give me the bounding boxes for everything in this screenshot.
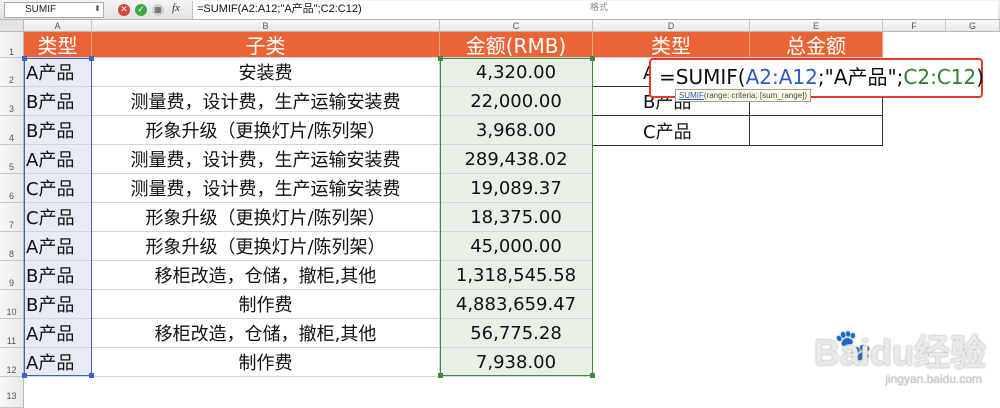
formula-sum-range-ref: C2:C12	[903, 65, 977, 89]
watermark-brand: Baidu经验	[813, 332, 986, 373]
row-header-2[interactable]: 2	[0, 58, 24, 87]
cell-amount[interactable]: 4,320.00	[440, 58, 593, 87]
cell-amount[interactable]: 56,775.28	[440, 319, 593, 348]
range-handle[interactable]	[438, 56, 443, 61]
formula-prefix: =SUMIF(	[659, 65, 746, 89]
cell-subtype[interactable]: 形象升级（更换灯片/陈列架）	[92, 232, 440, 261]
formula-range-ref: A2:A12	[745, 65, 818, 89]
cell-subtype[interactable]: 测量费，设计费，生产运输安装费	[92, 174, 440, 203]
cell-amount[interactable]: 19,089.37	[440, 174, 593, 203]
range-handle[interactable]	[590, 373, 595, 378]
cell-amount[interactable]: 7,938.00	[440, 348, 593, 377]
cell-amount[interactable]: 45,000.00	[440, 232, 593, 261]
top-right-text: 格式	[590, 3, 609, 13]
row-header-10[interactable]: 10	[0, 290, 24, 319]
summary-type-cell[interactable]: C产品	[593, 116, 750, 146]
header-cell-subtype[interactable]: 子类	[92, 32, 440, 58]
cell-type[interactable]: A产品	[24, 58, 92, 87]
select-all-corner[interactable]	[0, 20, 24, 32]
tooltip-args: (range; criteria; [sum_range])	[703, 91, 808, 100]
cell-subtype[interactable]: 移柜改造，仓储，撤柜,其他	[92, 319, 440, 348]
cell-type[interactable]: B产品	[24, 261, 92, 290]
column-header-a[interactable]: A	[24, 20, 92, 32]
cell-subtype[interactable]: 形象升级（更换灯片/陈列架）	[92, 203, 440, 232]
row-header-9[interactable]: 9	[0, 261, 24, 290]
cell-amount[interactable]: 22,000.00	[440, 87, 593, 116]
header-cell-summary-type[interactable]: 类型	[593, 32, 750, 58]
row-header-6[interactable]: 6	[0, 174, 24, 203]
row-header-13[interactable]: 13	[0, 377, 24, 408]
cell-type[interactable]: B产品	[24, 290, 92, 319]
formula-suffix: )	[976, 65, 985, 89]
column-header-b[interactable]: B	[92, 20, 440, 32]
row-header-4[interactable]: 4	[0, 116, 24, 145]
range-handle[interactable]	[89, 373, 94, 378]
summary-total-cell[interactable]	[750, 116, 883, 146]
column-header-d[interactable]: D	[593, 20, 750, 32]
cell-type[interactable]: A产品	[24, 319, 92, 348]
header-cell-type[interactable]: 类型	[24, 32, 92, 58]
cell-type[interactable]: C产品	[24, 174, 92, 203]
cell-subtype[interactable]: 形象升级（更换灯片/陈列架）	[92, 116, 440, 145]
range-handle[interactable]	[89, 56, 94, 61]
range-handle[interactable]	[22, 373, 27, 378]
cell-type[interactable]: A产品	[24, 232, 92, 261]
cell-type[interactable]: A产品	[24, 145, 92, 174]
watermark-url: jingyan.baidu.com	[885, 372, 982, 386]
name-box[interactable]: SUMIF	[4, 2, 104, 18]
cell-amount[interactable]: 3,968.00	[440, 116, 593, 145]
cell-type[interactable]: A产品	[24, 348, 92, 377]
formula-bar: SUMIF ⬍ ✕ ✓ ▦ fx =SUMIF(A2:A12;"A产品";C2:…	[0, 0, 1000, 20]
column-header-g[interactable]: G	[946, 20, 1000, 32]
row-header-1[interactable]: 1	[0, 32, 24, 58]
cell-subtype[interactable]: 制作费	[92, 290, 440, 319]
cell-amount[interactable]: 18,375.00	[440, 203, 593, 232]
range-handle[interactable]	[438, 373, 443, 378]
cancel-icon[interactable]: ✕	[118, 4, 130, 16]
row-header-3[interactable]: 3	[0, 87, 24, 116]
header-cell-total[interactable]: 总金额	[750, 32, 883, 58]
cell-subtype[interactable]: 安装费	[92, 58, 440, 87]
range-handle[interactable]	[590, 56, 595, 61]
row-header-12[interactable]: 12	[0, 348, 24, 377]
cell-amount[interactable]: 289,438.02	[440, 145, 593, 174]
column-header-c[interactable]: C	[440, 20, 593, 32]
cell-subtype[interactable]: 制作费	[92, 348, 440, 377]
header-cell-amount[interactable]: 金额(RMB)	[440, 32, 593, 58]
cell-amount[interactable]: 4,883,659.47	[440, 290, 593, 319]
formula-criteria: ;"A产品";	[817, 65, 904, 89]
row-header-7[interactable]: 7	[0, 203, 24, 232]
row-header-11[interactable]: 11	[0, 319, 24, 348]
confirm-icon[interactable]: ✓	[135, 4, 147, 16]
range-handle[interactable]	[22, 56, 27, 61]
cell-amount[interactable]: 1,318,545.58	[440, 261, 593, 290]
cell-subtype[interactable]: 移柜改造，仓储，撤柜,其他	[92, 261, 440, 290]
function-icon[interactable]: ▦	[152, 4, 164, 16]
row-header-5[interactable]: 5	[0, 145, 24, 174]
row-header-8[interactable]: 8	[0, 232, 24, 261]
column-header-e[interactable]: E	[750, 20, 883, 32]
dropdown-arrow-icon[interactable]: ⬍	[94, 4, 101, 13]
cell-subtype[interactable]: 测量费，设计费，生产运输安装费	[92, 145, 440, 174]
function-tooltip: SUMIF(range; criteria; [sum_range])	[675, 89, 812, 102]
column-header-f[interactable]: F	[883, 20, 946, 32]
cell-type[interactable]: C产品	[24, 203, 92, 232]
cell-type[interactable]: B产品	[24, 87, 92, 116]
tooltip-function-name[interactable]: SUMIF	[679, 91, 704, 100]
cell-type[interactable]: B产品	[24, 116, 92, 145]
fx-label: fx	[172, 2, 180, 14]
cell-subtype[interactable]: 测量费，设计费，生产运输安装费	[92, 87, 440, 116]
